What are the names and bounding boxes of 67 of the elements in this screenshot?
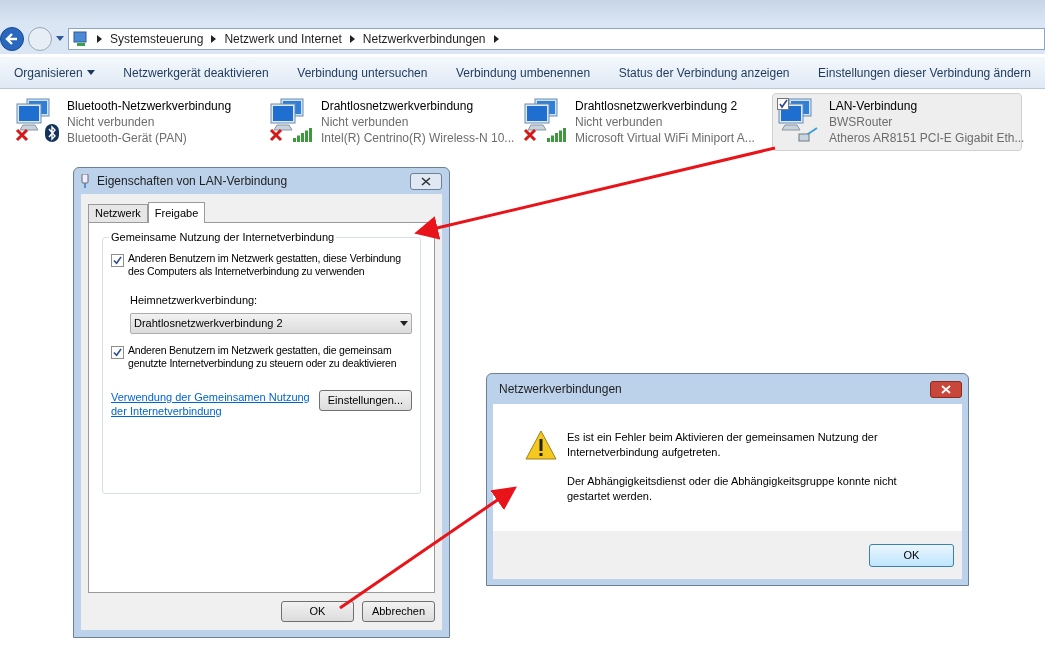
help-link[interactable]: Verwendung der Gemeinsamen Nutzung der Internetverbindung <box>111 389 316 418</box>
connection-item[interactable]: Drahtlosnetzwerkverbindung Nicht verbunden Intel(R) Centrino(R) Wireless-N 10... <box>264 93 514 151</box>
close-button[interactable] <box>410 172 442 190</box>
tab[interactable]: Netzwerk <box>88 204 148 222</box>
close-button[interactable] <box>930 380 962 398</box>
breadcrumb-arrow-icon[interactable] <box>211 35 217 43</box>
home-network-dropdown[interactable]: Drahtlosnetzwerkverbindung 2 <box>130 312 412 334</box>
connection-device: Atheros AR8151 PCI-E Gigabit Eth... <box>829 130 1025 146</box>
dialog-button[interactable]: OK <box>281 601 354 622</box>
network-plug-icon <box>81 174 89 188</box>
toolbar-button[interactable]: Organisieren <box>14 63 95 82</box>
dropdown-caret-icon[interactable] <box>56 36 64 42</box>
close-icon <box>421 176 431 186</box>
toolbar-button[interactable]: Verbindung umbenennen <box>456 63 591 82</box>
warning-icon <box>525 430 557 460</box>
connection-status: Nicht verbunden <box>575 114 664 130</box>
back-arrow-icon <box>5 32 19 46</box>
breadcrumb-item[interactable]: Netzwerkverbindungen <box>362 30 486 48</box>
breadcrumb-arrow-icon[interactable] <box>349 35 355 43</box>
ok-button[interactable]: OK <box>869 543 954 567</box>
connection-name: LAN-Verbindung <box>829 98 919 114</box>
checkbox-icon[interactable] <box>777 98 789 110</box>
toolbar-button[interactable]: Verbindung untersuchen <box>297 63 428 82</box>
dialog-button[interactable]: Abbrechen <box>362 601 435 622</box>
dialog-title: Eigenschaften von LAN-Verbindung <box>97 173 288 190</box>
connection-status: Nicht verbunden <box>321 114 410 130</box>
connection-status: BWSRouter <box>829 114 894 130</box>
computers-icon <box>523 98 561 132</box>
checkbox[interactable] <box>111 254 124 267</box>
field-label: Heimnetzwerkverbindung: <box>130 293 259 308</box>
computers-icon <box>15 98 53 132</box>
connection-item[interactable]: Drahtlosnetzwerkverbindung 2 Nicht verbunden Microsoft Virtual WiFi Miniport A... <box>518 93 768 151</box>
toolbar-button[interactable]: Einstellungen dieser Verbindung ändern <box>818 63 1031 82</box>
connection-device: Bluetooth-Gerät (PAN) <box>67 130 188 146</box>
connection-name: Drahtlosnetzwerkverbindung <box>321 98 475 114</box>
address-bar[interactable]: Systemsteuerung Netzwerk und Internet Netzwerkverbindungen <box>68 28 1045 50</box>
connection-device: Intel(R) Centrino(R) Wireless-N 10... <box>321 130 515 146</box>
caret-icon <box>86 70 95 75</box>
checkbox-label: Anderen Benutzern im Netzwerk gestatten, diese Verbindung des Computers als Internetverbindung zu verwenden <box>128 252 402 278</box>
breadcrumb-arrow-icon[interactable] <box>493 35 499 43</box>
bluetooth-icon <box>45 124 59 142</box>
signal-bars-icon <box>547 128 567 142</box>
computers-icon <box>269 98 307 132</box>
connection-status: Nicht verbunden <box>67 114 156 130</box>
connection-name: Drahtlosnetzwerkverbindung 2 <box>575 98 739 114</box>
breadcrumb-item[interactable]: Systemsteuerung <box>110 30 204 48</box>
breadcrumb-item[interactable]: Netzwerk und Internet <box>224 30 342 48</box>
dialog-title: Netzwerkverbindungen <box>499 381 622 398</box>
connection-device: Microsoft Virtual WiFi Miniport A... <box>575 130 755 146</box>
error-message: Der Abhängigkeitsdienst oder die Abhängigkeitsgruppe konnte nicht gestartet werden. <box>567 474 898 504</box>
signal-bars-icon <box>293 128 313 142</box>
connection-item[interactable]: LAN-Verbindung BWSRouter Atheros AR8151 PCI-E Gigabit Eth... <box>772 93 1022 151</box>
checkbox-label: Anderen Benutzern im Netzwerk gestatten, die gemeinsam genutzte Internetverbindung zu steuern oder zu deaktivieren <box>128 343 398 370</box>
connection-name: Bluetooth-Netzwerkverbindung <box>67 98 232 114</box>
toolbar-button[interactable]: Status der Verbindung anzeigen <box>618 63 790 82</box>
control-panel-icon <box>73 31 89 47</box>
tab[interactable]: Freigabe <box>147 202 206 223</box>
connection-item[interactable]: Bluetooth-Netzwerkverbindung Nicht verbunden Bluetooth-Gerät (PAN) <box>10 93 260 151</box>
toolbar-button[interactable]: Netzwerkgerät deaktivieren <box>123 63 269 82</box>
caret-icon <box>400 320 408 326</box>
breadcrumb-arrow-icon[interactable] <box>97 35 102 43</box>
settings-button[interactable]: Einstellungen... <box>318 389 412 411</box>
checkbox[interactable] <box>111 345 124 359</box>
group-title: Gemeinsame Nutzung der Internetverbindung <box>109 230 337 244</box>
error-message: Es ist ein Fehler beim Aktivieren der gemeinsamen Nutzung der Internetverbindung aufgetreten. <box>567 430 879 460</box>
back-button[interactable] <box>0 27 24 51</box>
close-icon <box>941 384 951 394</box>
